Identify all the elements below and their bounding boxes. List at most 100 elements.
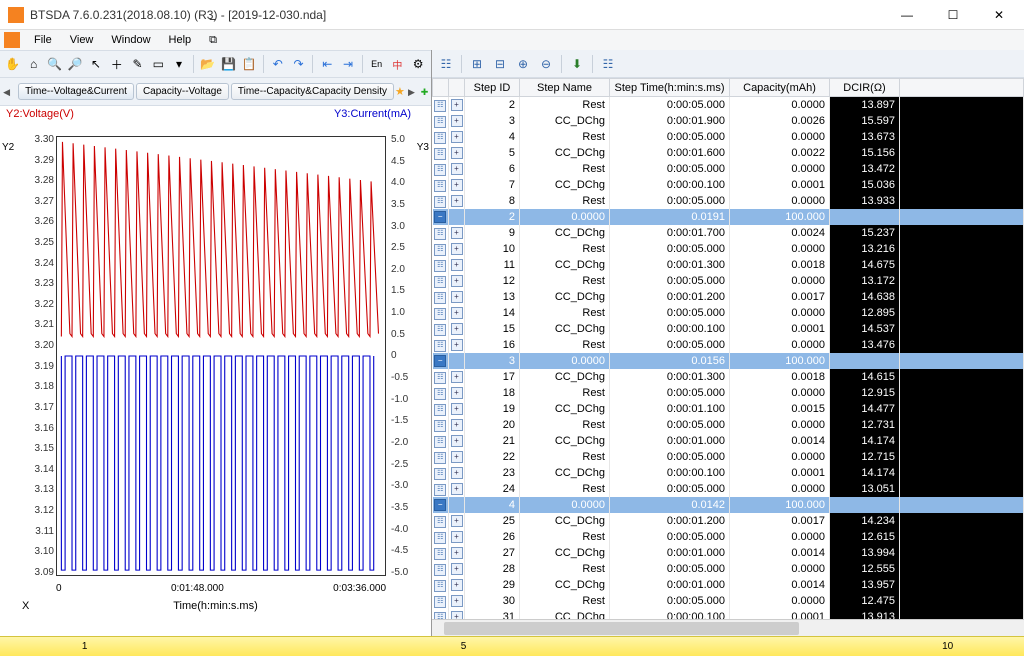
table-row[interactable]: ☷+25CC_DChg0:00:01.2000.001714.234 bbox=[433, 513, 1024, 529]
col-step-name[interactable]: Step Name bbox=[520, 79, 610, 97]
expand-icon[interactable]: + bbox=[451, 131, 463, 143]
pointer-icon[interactable]: ↖ bbox=[87, 54, 105, 74]
table-row[interactable]: ☷+14Rest0:00:05.0000.000012.895 bbox=[433, 305, 1024, 321]
row-menu-icon[interactable]: ☷ bbox=[434, 308, 446, 320]
row-menu-icon[interactable]: ☷ bbox=[434, 276, 446, 288]
crosshair-icon[interactable]: ＋ bbox=[108, 54, 126, 74]
menu-file[interactable]: File bbox=[26, 32, 60, 48]
table-row[interactable]: ☷+6Rest0:00:05.0000.000013.472 bbox=[433, 161, 1024, 177]
row-menu-icon[interactable]: ☷ bbox=[434, 164, 446, 176]
table-row[interactable]: ☷+15CC_DChg0:00:00.1000.000114.537 bbox=[433, 321, 1024, 337]
row-menu-icon[interactable]: ☷ bbox=[434, 516, 446, 528]
table-row[interactable]: ☷+3CC_DChg0:00:01.9000.002615.597 bbox=[433, 113, 1024, 129]
expand-icon[interactable]: + bbox=[451, 259, 463, 271]
row-menu-icon[interactable]: ☷ bbox=[434, 564, 446, 576]
home-icon[interactable]: ⌂ bbox=[25, 54, 43, 74]
summary-row[interactable]: −20.00000.0191100.000 bbox=[433, 209, 1024, 225]
data-grid[interactable]: Step ID Step Name Step Time(h:min:s.ms) … bbox=[432, 78, 1024, 619]
next-icon[interactable]: ⇥ bbox=[339, 54, 357, 74]
row-menu-icon[interactable]: ☷ bbox=[434, 484, 446, 496]
row-menu-icon[interactable]: ☷ bbox=[434, 260, 446, 272]
select-icon[interactable]: ▭ bbox=[149, 54, 167, 74]
row-menu-icon[interactable]: ☷ bbox=[434, 180, 446, 192]
undo-icon[interactable]: ↶ bbox=[269, 54, 287, 74]
row-menu-icon[interactable]: ☷ bbox=[434, 404, 446, 416]
expand-icon[interactable]: + bbox=[451, 531, 463, 543]
row-menu-icon[interactable]: ☷ bbox=[434, 548, 446, 560]
expand-icon[interactable]: + bbox=[451, 467, 463, 479]
row-menu-icon[interactable]: ☷ bbox=[434, 420, 446, 432]
row-menu-icon[interactable]: ☷ bbox=[434, 132, 446, 144]
grid-options-icon[interactable]: ☷ bbox=[436, 54, 456, 74]
tab-prev-icon[interactable]: ◀ bbox=[0, 83, 13, 101]
tab-time-voltage-current[interactable]: Time--Voltage&Current bbox=[18, 83, 134, 100]
expand-icon[interactable]: + bbox=[451, 291, 463, 303]
expand-icon[interactable]: + bbox=[451, 227, 463, 239]
col-step-time[interactable]: Step Time(h:min:s.ms) bbox=[610, 79, 730, 97]
row-menu-icon[interactable]: ☷ bbox=[434, 580, 446, 592]
expand-icon[interactable]: ⊕ bbox=[513, 54, 533, 74]
copy-icon[interactable]: 📋 bbox=[240, 54, 258, 74]
expand-icon[interactable]: + bbox=[451, 179, 463, 191]
row-menu-icon[interactable]: ☷ bbox=[434, 196, 446, 208]
row-menu-icon[interactable]: ☷ bbox=[434, 324, 446, 336]
expand-all-icon[interactable]: ⊞ bbox=[467, 54, 487, 74]
expand-icon[interactable]: + bbox=[451, 483, 463, 495]
row-menu-icon[interactable]: ☷ bbox=[434, 452, 446, 464]
settings-icon[interactable]: ⚙ bbox=[409, 54, 427, 74]
col-capacity[interactable]: Capacity(mAh) bbox=[730, 79, 830, 97]
expand-icon[interactable]: + bbox=[451, 451, 463, 463]
table-row[interactable]: ☷+20Rest0:00:05.0000.000012.731 bbox=[433, 417, 1024, 433]
table-row[interactable]: ☷+28Rest0:00:05.0000.000012.555 bbox=[433, 561, 1024, 577]
row-menu-icon[interactable]: ☷ bbox=[434, 148, 446, 160]
horizontal-scrollbar[interactable] bbox=[432, 619, 1024, 636]
row-menu-icon[interactable]: ☷ bbox=[434, 292, 446, 304]
table-row[interactable]: ☷+10Rest0:00:05.0000.000013.216 bbox=[433, 241, 1024, 257]
collapse-icon[interactable]: ⊖ bbox=[536, 54, 556, 74]
expand-icon[interactable]: + bbox=[451, 579, 463, 591]
table-row[interactable]: ☷+17CC_DChg0:00:01.3000.001814.615 bbox=[433, 369, 1024, 385]
data-settings-icon[interactable]: ☷ bbox=[598, 54, 618, 74]
expand-icon[interactable]: + bbox=[451, 339, 463, 351]
row-menu-icon[interactable]: ☷ bbox=[434, 596, 446, 608]
col-dcir[interactable]: DCIR(Ω) bbox=[830, 79, 900, 97]
row-menu-icon[interactable]: ☷ bbox=[434, 340, 446, 352]
table-row[interactable]: ☷+19CC_DChg0:00:01.1000.001514.477 bbox=[433, 401, 1024, 417]
collapse-all-icon[interactable]: ⊟ bbox=[490, 54, 510, 74]
table-row[interactable]: ☷+31CC_DChg0:00:00.1000.000113.913 bbox=[433, 609, 1024, 620]
table-row[interactable]: ☷+23CC_DChg0:00:00.1000.000114.174 bbox=[433, 465, 1024, 481]
row-menu-icon[interactable]: ☷ bbox=[434, 436, 446, 448]
prev-icon[interactable]: ⇤ bbox=[318, 54, 336, 74]
star-icon[interactable]: ★ bbox=[395, 85, 405, 98]
table-row[interactable]: ☷+9CC_DChg0:00:01.7000.002415.237 bbox=[433, 225, 1024, 241]
tab-capacity-voltage[interactable]: Capacity--Voltage bbox=[136, 83, 229, 100]
zoom-in-icon[interactable]: 🔍 bbox=[46, 54, 64, 74]
table-row[interactable]: ☷+12Rest0:00:05.0000.000013.172 bbox=[433, 273, 1024, 289]
table-row[interactable]: ☷+27CC_DChg0:00:01.0000.001413.994 bbox=[433, 545, 1024, 561]
pencil-icon[interactable]: ✎ bbox=[129, 54, 147, 74]
row-menu-icon[interactable]: ☷ bbox=[434, 372, 446, 384]
expand-icon[interactable]: + bbox=[451, 195, 463, 207]
collapse-icon[interactable]: − bbox=[434, 355, 446, 367]
table-row[interactable]: ☷+21CC_DChg0:00:01.0000.001414.174 bbox=[433, 433, 1024, 449]
col-step-id[interactable]: Step ID bbox=[465, 79, 520, 97]
table-row[interactable]: ☷+7CC_DChg0:00:00.1000.000115.036 bbox=[433, 177, 1024, 193]
table-row[interactable]: ☷+22Rest0:00:05.0000.000012.715 bbox=[433, 449, 1024, 465]
table-row[interactable]: ☷+16Rest0:00:05.0000.000013.476 bbox=[433, 337, 1024, 353]
mdi-restore[interactable]: ⧉ bbox=[201, 32, 1020, 49]
collapse-icon[interactable]: − bbox=[434, 499, 446, 511]
table-row[interactable]: ☷+30Rest0:00:05.0000.000012.475 bbox=[433, 593, 1024, 609]
expand-icon[interactable]: + bbox=[451, 547, 463, 559]
row-menu-icon[interactable]: ☷ bbox=[434, 244, 446, 256]
zoom-out-icon[interactable]: 🔎 bbox=[66, 54, 84, 74]
expand-icon[interactable]: + bbox=[451, 275, 463, 287]
hand-icon[interactable]: ✋ bbox=[4, 54, 22, 74]
expand-icon[interactable]: + bbox=[451, 595, 463, 607]
expand-icon[interactable]: + bbox=[451, 243, 463, 255]
table-row[interactable]: ☷+18Rest0:00:05.0000.000012.915 bbox=[433, 385, 1024, 401]
save-icon[interactable]: 💾 bbox=[220, 54, 238, 74]
tab-next-icon[interactable]: ▶ bbox=[405, 83, 418, 101]
expand-icon[interactable]: + bbox=[451, 99, 463, 111]
menu-window[interactable]: Window bbox=[103, 32, 158, 48]
cn-icon[interactable]: 中 bbox=[389, 54, 407, 74]
